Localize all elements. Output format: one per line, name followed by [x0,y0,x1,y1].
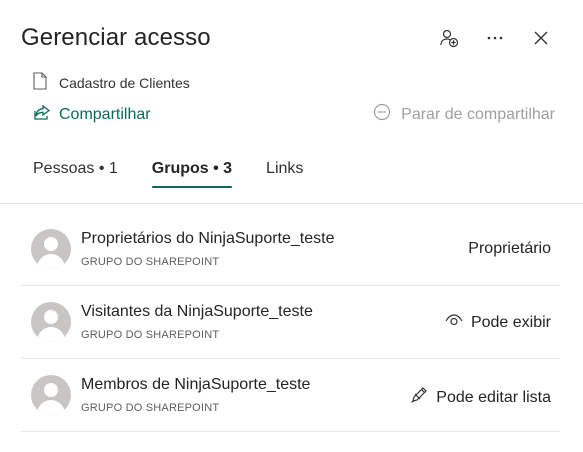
group-type: GRUPO DO SHAREPOINT [81,256,220,268]
permission-label: Proprietário [468,240,551,257]
divider [0,203,583,204]
file-name: Cadastro de Clientes [59,74,190,91]
group-type: GRUPO DO SHAREPOINT [81,329,220,341]
permission-dropdown[interactable]: Proprietário [468,240,551,258]
permission-label: Pode exibir [470,313,551,331]
permission-label: Pode editar lista [436,388,551,406]
eye-icon [445,313,463,332]
manage-access-panel: Gerenciar acesso Cadastro de Clientes Co… [0,0,583,452]
share-icon [33,103,51,126]
group-list: Proprietários do NinjaSuporte_teste GRUP… [21,213,560,432]
group-name: Visitantes da NinjaSuporte_teste [81,303,313,320]
tab-people[interactable]: Pessoas • 1 [33,160,118,188]
add-person-icon[interactable] [437,26,461,50]
permission-dropdown[interactable]: Pode exibir [445,313,551,332]
permission-dropdown[interactable]: Pode editar lista [410,386,551,409]
share-label: Compartilhar [59,105,151,123]
pencil-icon [410,386,428,409]
document-icon [33,72,47,93]
avatar [31,375,71,415]
tab-bar: Pessoas • 1 Grupos • 3 Links [33,160,303,188]
group-row[interactable]: Visitantes da NinjaSuporte_teste GRUPO D… [21,286,560,359]
tab-links[interactable]: Links [266,160,303,188]
tab-groups[interactable]: Grupos • 3 [151,160,233,188]
share-button[interactable]: Compartilhar [33,103,151,126]
header-actions [437,26,553,50]
avatar [31,302,71,342]
stop-sharing-button[interactable]: Parar de compartilhar [373,103,555,126]
group-row[interactable]: Membros de NinjaSuporte_teste GRUPO DO S… [21,359,560,432]
avatar [31,229,71,269]
file-info: Cadastro de Clientes [33,72,190,93]
group-name: Proprietários do NinjaSuporte_teste [81,230,335,247]
group-row[interactable]: Proprietários do NinjaSuporte_teste GRUP… [21,213,560,286]
more-icon[interactable] [483,26,507,50]
panel-title: Gerenciar acesso [21,24,211,51]
group-name: Membros de NinjaSuporte_teste [81,376,311,393]
close-icon[interactable] [529,26,553,50]
group-type: GRUPO DO SHAREPOINT [81,402,220,414]
stop-icon [373,103,391,126]
stop-sharing-label: Parar de compartilhar [401,105,555,123]
